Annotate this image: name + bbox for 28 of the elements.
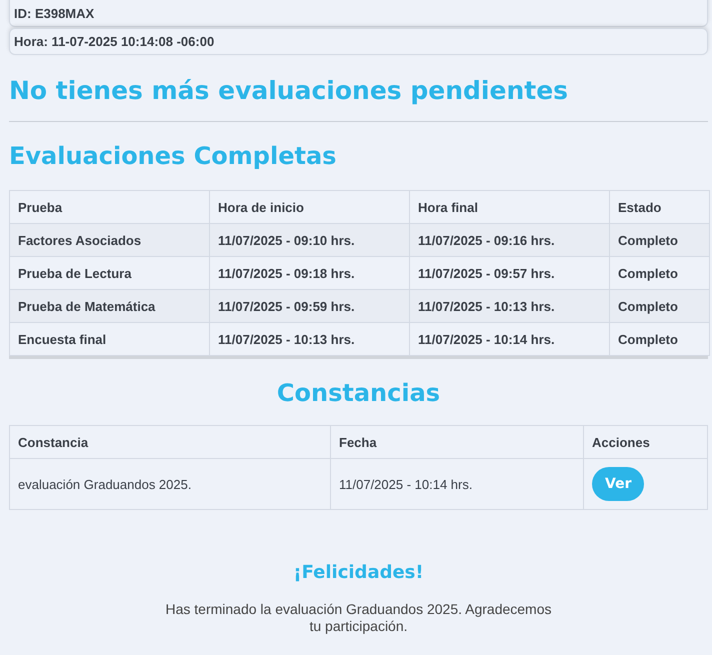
table-cell: 11/07/2025 - 10:13 hrs. — [410, 290, 610, 322]
table-cell: Encuesta final — [10, 322, 210, 356]
info-field: Hora: 11-07-2025 10:14:08 -06:00 — [9, 28, 708, 55]
table-cell: evaluación Graduandos 2025. — [10, 458, 330, 510]
table-cell: Prueba de Matemática — [10, 290, 210, 322]
section-heading: Evaluaciones Completas — [9, 142, 338, 170]
table-cell: 11/07/2025 - 09:10 hrs. — [210, 224, 410, 256]
table-cell: 11/07/2025 - 09:59 hrs. — [210, 290, 410, 322]
table-cell: 11/07/2025 - 09:16 hrs. — [410, 224, 610, 256]
table-cell: 11/07/2025 - 10:14 hrs. — [410, 322, 610, 356]
congrats-message: Has terminado la evaluación Graduandos 2025. Agradecemos tu participación. — [164, 601, 553, 635]
table-cell: Completo — [610, 224, 710, 256]
column-header: Hora final — [410, 190, 610, 224]
column-header: Constancia — [10, 426, 330, 458]
congrats-heading: ¡Felicidades! — [292, 562, 425, 583]
table-cell: Factores Asociados — [10, 224, 210, 256]
column-header: Hora de inicio — [210, 190, 410, 224]
table-cell: Completo — [610, 290, 710, 322]
table-cell: Completo — [610, 322, 710, 356]
column-header: Fecha — [330, 426, 584, 458]
column-header: Acciones — [584, 426, 708, 458]
column-header: Prueba — [10, 190, 210, 224]
info-field: ID: E398MAX — [9, 0, 708, 27]
pending-heading: No tienes más evaluaciones pendientes — [9, 76, 570, 105]
table-cell: 11/07/2025 - 10:13 hrs. — [210, 322, 410, 356]
table-cell: 11/07/2025 - 10:14 hrs. — [330, 458, 584, 510]
view-button[interactable]: Ver — [592, 467, 644, 501]
section-heading: Constancias — [276, 379, 442, 407]
